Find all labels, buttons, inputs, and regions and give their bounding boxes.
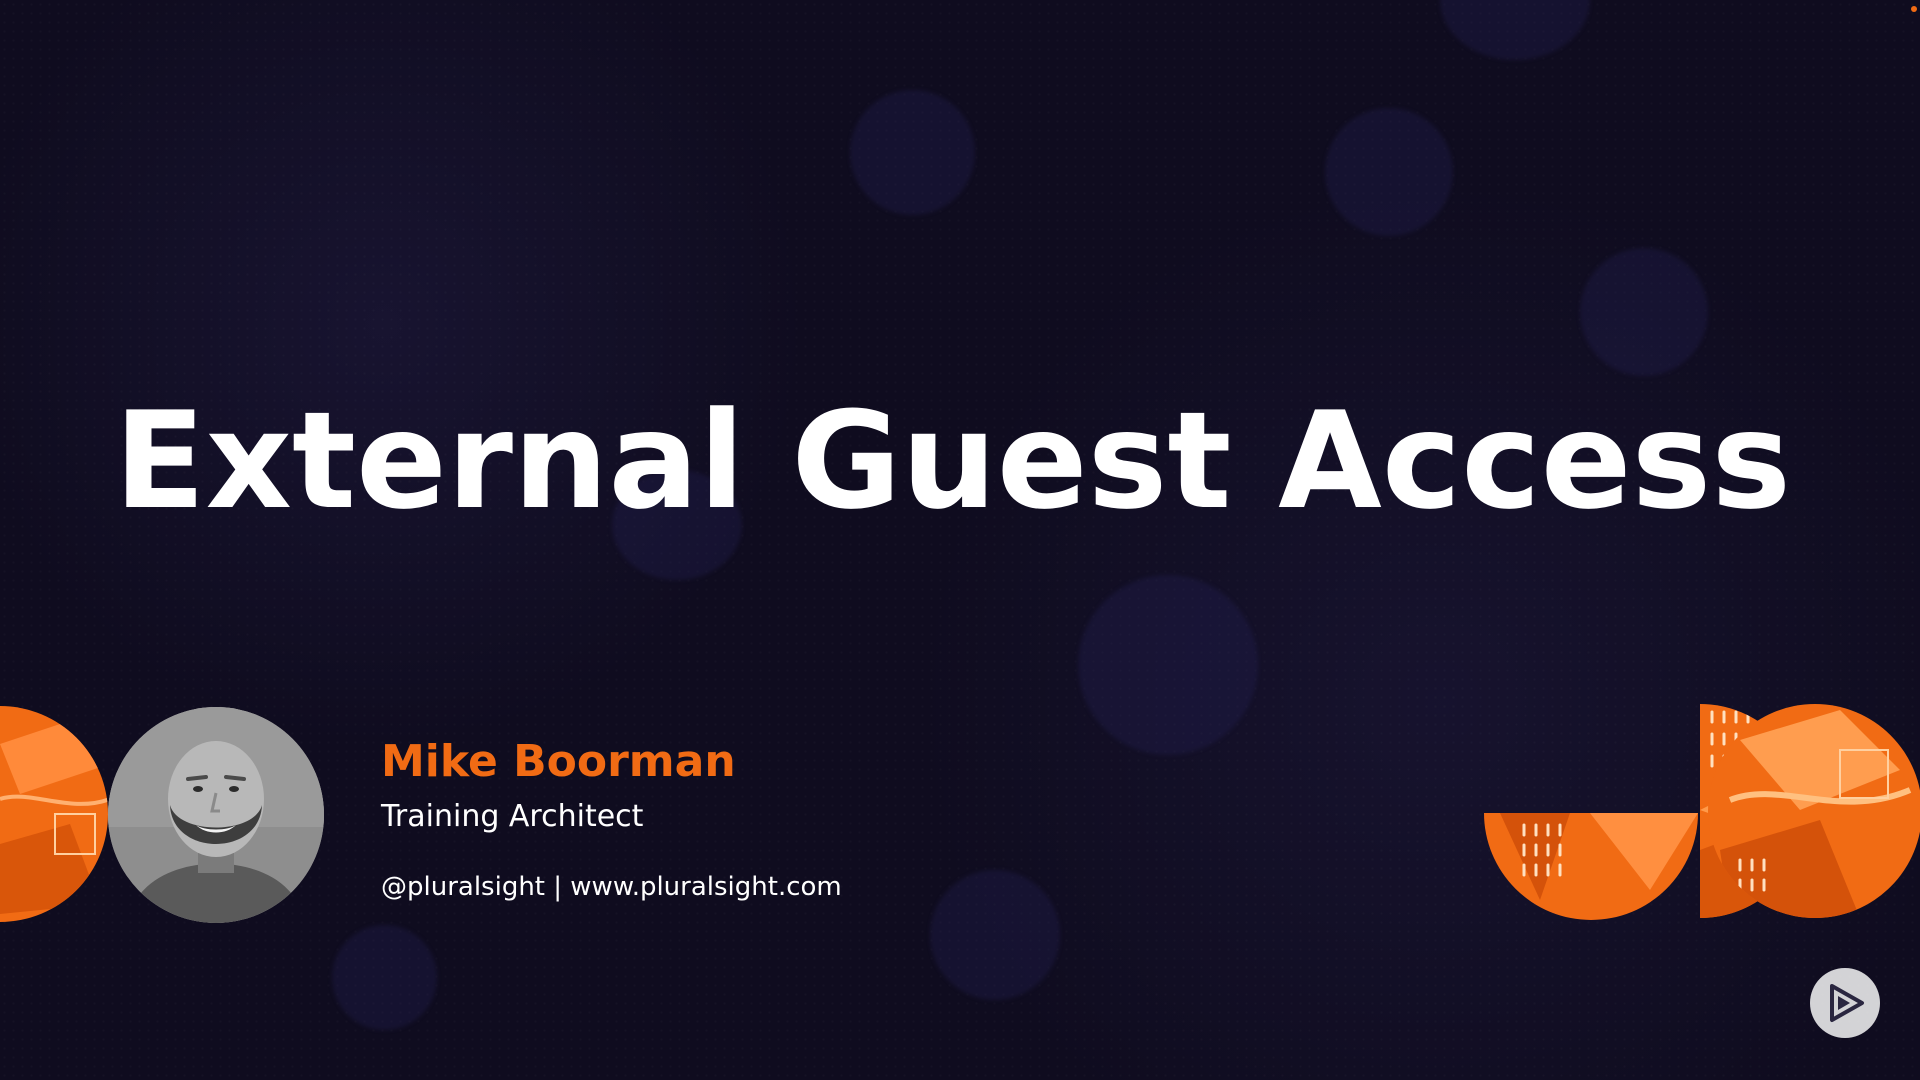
pluralsight-play-button[interactable] xyxy=(1810,968,1880,1038)
background-bubble xyxy=(1078,575,1258,755)
background-bubble xyxy=(930,870,1060,1000)
presenter-avatar xyxy=(108,707,324,923)
play-icon xyxy=(1830,984,1864,1022)
background-bubble xyxy=(1580,248,1708,376)
slide-title: External Guest Access xyxy=(114,383,1792,539)
background-bubble xyxy=(1325,108,1453,236)
background-bubble xyxy=(850,90,975,215)
decorative-shapes-right xyxy=(1484,704,1920,920)
presenter-contact: @pluralsight | www.pluralsight.com xyxy=(381,872,842,902)
title-slide: External Guest Access Mike Boorman Train… xyxy=(0,0,1920,1080)
recording-indicator xyxy=(1911,6,1917,12)
presenter-name: Mike Boorman xyxy=(381,736,736,787)
background-bubble xyxy=(332,925,437,1030)
presenter-role: Training Architect xyxy=(381,799,644,834)
decorative-shape-left xyxy=(0,706,108,922)
